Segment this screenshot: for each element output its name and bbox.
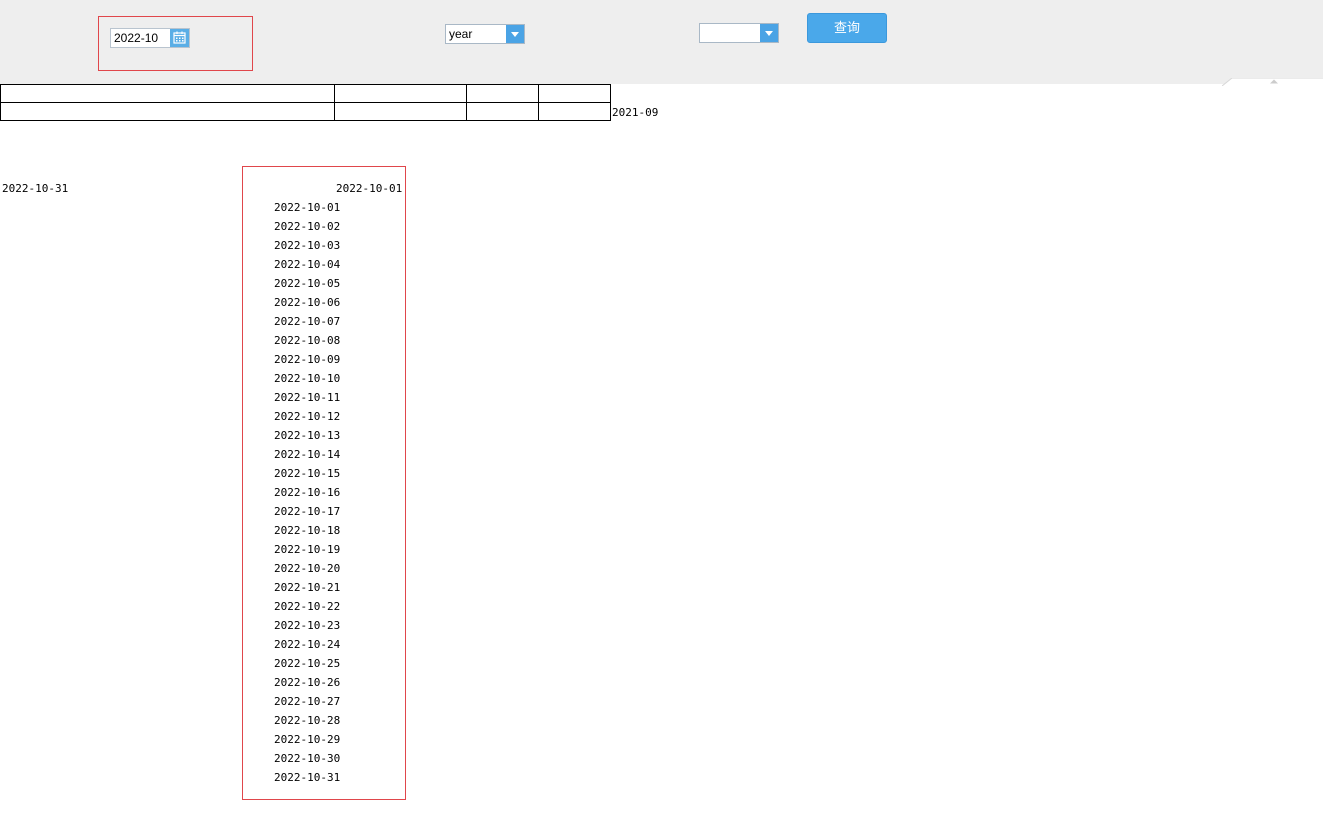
- table-cell: [334, 84, 467, 103]
- table-row: [0, 102, 611, 121]
- list-item: 2022-10-27: [274, 695, 341, 708]
- secondary-select[interactable]: [699, 23, 779, 43]
- range-start-date: 2022-10-01: [336, 182, 403, 195]
- list-item: 2022-10-25: [274, 657, 341, 670]
- list-item: 2022-10-28: [274, 714, 341, 727]
- list-item: 2022-10-09: [274, 353, 341, 366]
- list-item: 2022-10-30: [274, 752, 341, 765]
- month-picker-value: 2022-10: [114, 31, 159, 45]
- list-item: 2022-10-13: [274, 429, 341, 442]
- date-list: 2022-10-01 2022-10-02 2022-10-03 2022-10-04…: [274, 201, 340, 790]
- table-cell: [538, 102, 611, 121]
- query-button[interactable]: 查询: [807, 13, 887, 43]
- list-item: 2022-10-01: [274, 201, 341, 214]
- table-row: [0, 84, 611, 103]
- list-item: 2022-10-12: [274, 410, 341, 423]
- list-item: 2022-10-23: [274, 619, 341, 632]
- list-item: 2022-10-31: [274, 771, 341, 784]
- list-item: 2022-10-07: [274, 315, 341, 328]
- list-item: 2022-10-11: [274, 391, 341, 404]
- range-end-date: 2022-10-31: [2, 182, 69, 195]
- list-item: 2022-10-03: [274, 239, 341, 252]
- month-picker-input[interactable]: 2022-10: [110, 28, 190, 48]
- table-cell: [0, 84, 335, 103]
- list-item: 2022-10-05: [274, 277, 341, 290]
- table-cell: [538, 84, 611, 103]
- table-cell: [466, 84, 539, 103]
- chevron-down-icon[interactable]: [506, 25, 524, 43]
- collapse-toolbar-handle[interactable]: [1221, 76, 1323, 87]
- chevron-down-icon[interactable]: [760, 24, 778, 42]
- period-select-value: year: [449, 27, 473, 41]
- list-item: 2022-10-08: [274, 334, 341, 347]
- calendar-icon[interactable]: [170, 29, 189, 47]
- list-item: 2022-10-04: [274, 258, 341, 271]
- list-item: 2022-10-20: [274, 562, 341, 575]
- list-item: 2022-10-21: [274, 581, 341, 594]
- list-item: 2022-10-19: [274, 543, 341, 556]
- list-item: 2022-10-06: [274, 296, 341, 309]
- list-item: 2022-10-29: [274, 733, 341, 746]
- table-cell: [466, 102, 539, 121]
- list-item: 2022-10-22: [274, 600, 341, 613]
- list-item: 2022-10-14: [274, 448, 341, 461]
- table-cell: [0, 102, 335, 121]
- table-side-label: 2021-09: [612, 106, 659, 119]
- list-item: 2022-10-26: [274, 676, 341, 689]
- list-item: 2022-10-17: [274, 505, 341, 518]
- list-item: 2022-10-02: [274, 220, 341, 233]
- list-item: 2022-10-24: [274, 638, 341, 651]
- table-cell: [334, 102, 467, 121]
- list-item: 2022-10-18: [274, 524, 341, 537]
- list-item: 2022-10-16: [274, 486, 341, 499]
- list-item: 2022-10-15: [274, 467, 341, 480]
- data-table: [0, 84, 611, 121]
- toolbar: 2022-10 year 查询: [0, 0, 1323, 87]
- list-item: 2022-10-10: [274, 372, 341, 385]
- period-select[interactable]: year: [445, 24, 525, 44]
